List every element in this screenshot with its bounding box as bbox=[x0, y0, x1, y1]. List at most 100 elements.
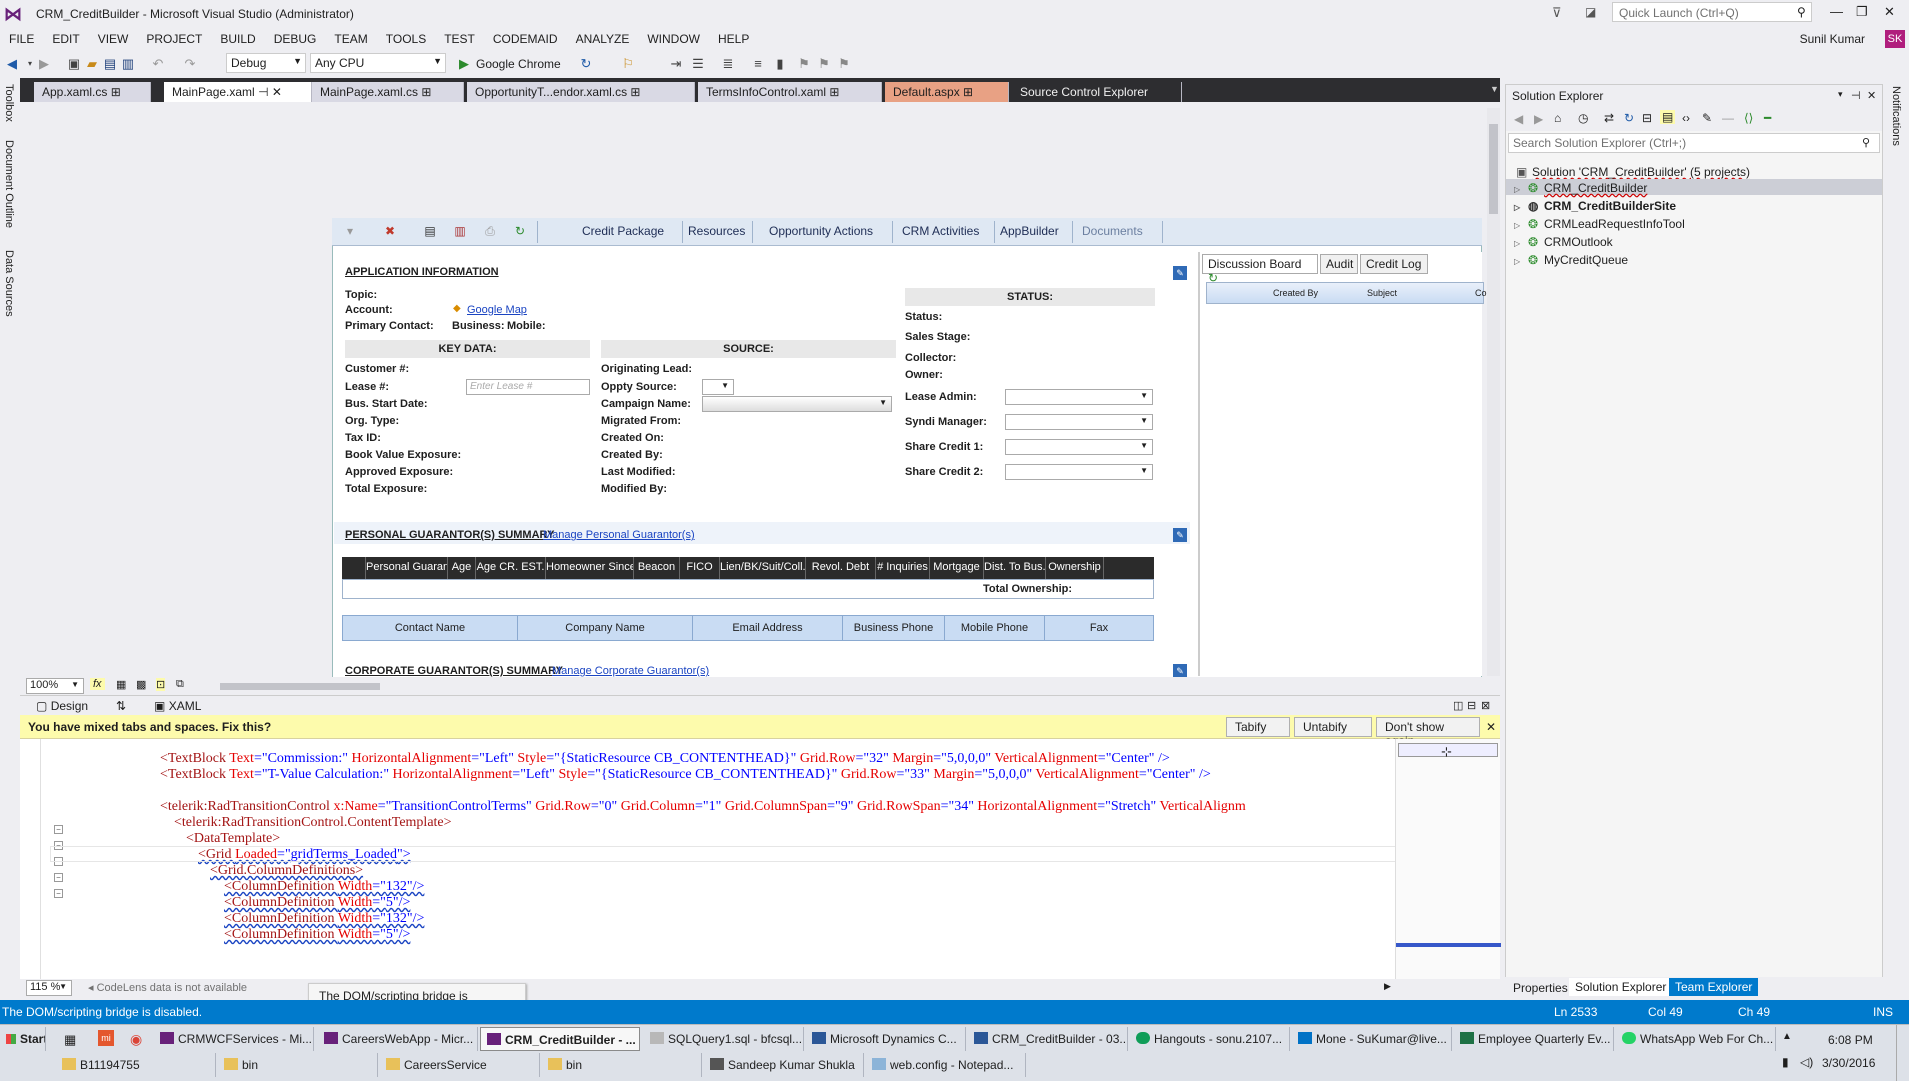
feedback-icon[interactable]: ◪ bbox=[1585, 5, 1596, 19]
col-mobile-phone[interactable]: Mobile Phone bbox=[945, 616, 1045, 640]
expand-icon[interactable]: ▷ bbox=[1514, 221, 1528, 230]
forward-icon[interactable]: ▶ bbox=[1534, 112, 1543, 126]
forward-icon[interactable]: ▶ bbox=[36, 56, 52, 72]
edit-icon[interactable]: ✎ bbox=[1173, 528, 1187, 542]
properties-icon[interactable]: ✎ bbox=[1702, 111, 1712, 125]
col-fax[interactable]: Fax bbox=[1045, 616, 1153, 640]
platform-select[interactable]: Any CPU ▼ bbox=[310, 53, 446, 73]
snap-grid-icon[interactable]: ▩ bbox=[136, 678, 146, 691]
col-co[interactable]: Co bbox=[1475, 288, 1487, 298]
expand-icon[interactable]: ▷ bbox=[1514, 257, 1528, 266]
refresh-icon[interactable]: ↻ bbox=[578, 56, 594, 72]
pin-icon[interactable]: ⊞ bbox=[963, 85, 973, 99]
bookmark-icon[interactable]: ▮ bbox=[772, 56, 788, 72]
history-icon[interactable]: ◷ bbox=[1578, 111, 1588, 125]
snap-lines-icon[interactable]: ⧉ bbox=[176, 678, 184, 691]
solution-node[interactable]: ▣ Solution 'CRM_CreditBuilder' (5 project… bbox=[1516, 165, 1750, 179]
clear-bookmarks-icon[interactable]: ⚑ bbox=[836, 56, 852, 72]
code-line[interactable]: <ColumnDefinition Width="132"/> bbox=[224, 879, 424, 895]
project-node[interactable]: ▷ ❂ CRMLeadRequestInfoTool bbox=[1514, 217, 1685, 231]
syndi-manager-select[interactable]: ▼ bbox=[1005, 414, 1153, 430]
ribbon-resources[interactable]: Resources bbox=[688, 224, 745, 238]
prev-bookmark-icon[interactable]: ⚑ bbox=[796, 56, 812, 72]
expand-icon[interactable]: ▷ bbox=[1514, 203, 1528, 212]
xaml-tab[interactable]: ▣ XAML bbox=[154, 699, 201, 713]
quick-launch-search-icon[interactable]: ⚲ bbox=[1797, 5, 1806, 19]
indent-icon[interactable]: ☰ bbox=[690, 56, 706, 72]
home-icon[interactable]: ⌂ bbox=[1554, 111, 1561, 125]
design-tab[interactable]: ▢ Design bbox=[36, 699, 88, 713]
clock-date[interactable]: 3/30/2016 bbox=[1822, 1056, 1875, 1070]
tab-team-explorer[interactable]: Team Explorer bbox=[1669, 978, 1759, 996]
taskbar-item[interactable]: bin bbox=[542, 1053, 702, 1077]
grid-icon[interactable]: ▦ bbox=[116, 678, 126, 691]
horizontal-split-icon[interactable]: ⊟ bbox=[1467, 699, 1476, 712]
code-minimap-scrollbar[interactable] bbox=[1395, 739, 1501, 979]
expand-icon[interactable]: ▷ bbox=[1514, 185, 1528, 194]
col-inquiries[interactable]: # Inquiries bbox=[876, 557, 930, 579]
menu-team[interactable]: TEAM bbox=[325, 28, 376, 46]
tab-overflow-icon[interactable]: ▼ bbox=[1490, 84, 1499, 94]
print-icon[interactable]: ⎙ bbox=[482, 224, 498, 238]
project-node[interactable]: ▷ ◍ CRM_CreditBuilderSite bbox=[1514, 199, 1676, 213]
col-personal-guarantor[interactable]: Personal Guarantor bbox=[366, 557, 448, 579]
taskbar-item[interactable]: B11194755 bbox=[56, 1053, 216, 1077]
project-node[interactable]: ▷ ❂ CRM_CreditBuilder bbox=[1514, 181, 1647, 195]
close-window-button[interactable]: ✕ bbox=[1884, 4, 1895, 20]
tab-app-xaml-cs[interactable]: App.xaml.cs ⊞ bbox=[34, 82, 151, 102]
scroll-thumb[interactable] bbox=[1489, 124, 1498, 214]
code-line[interactable]: <TextBlock Text="T-Value Calculation:" H… bbox=[160, 767, 1211, 783]
code-line[interactable]: <Grid.ColumnDefinitions> bbox=[210, 863, 363, 879]
split-window-icon[interactable]: ⊹ bbox=[1441, 744, 1452, 760]
code-zoom-select[interactable]: 115 % ▼ bbox=[26, 980, 72, 996]
tray-expand-icon[interactable]: ▲ bbox=[1782, 1031, 1792, 1042]
menu-window[interactable]: WINDOW bbox=[638, 28, 709, 46]
toolbox-tab[interactable]: Toolbox bbox=[3, 84, 15, 122]
pin-icon[interactable]: ⊣ bbox=[1851, 89, 1861, 102]
menu-test[interactable]: TEST bbox=[435, 28, 484, 46]
data-sources-tab[interactable]: Data Sources bbox=[3, 250, 15, 317]
scroll-right-icon[interactable]: ▶ bbox=[1384, 981, 1391, 992]
solution-explorer-search-input[interactable]: Search Solution Explorer (Ctrl+;) bbox=[1508, 133, 1880, 153]
taskbar-item[interactable]: Hangouts - sonu.2107... bbox=[1130, 1027, 1290, 1051]
col-revol-debt[interactable]: Revol. Debt bbox=[806, 557, 876, 579]
pin-icon[interactable]: ⊞ bbox=[829, 85, 839, 99]
project-node[interactable]: ▷ ❂ CRMOutlook bbox=[1514, 235, 1613, 249]
taskbar-item[interactable]: CRM_CreditBuilder - 03... bbox=[968, 1027, 1128, 1051]
save-icon[interactable]: ▤ bbox=[102, 56, 118, 72]
designer-zoom-select[interactable]: 100% ▼ bbox=[26, 678, 84, 694]
comment-icon[interactable]: ≣ bbox=[720, 56, 736, 72]
col-business-phone[interactable]: Business Phone bbox=[843, 616, 945, 640]
refresh-icon[interactable]: ↻ bbox=[1624, 111, 1634, 125]
refresh-icon[interactable]: ↻ bbox=[512, 224, 528, 238]
taskbar-item[interactable]: Employee Quarterly Ev... bbox=[1454, 1027, 1614, 1051]
ribbon-credit-package[interactable]: Credit Package bbox=[582, 224, 664, 238]
chrome-icon[interactable]: ◉ bbox=[130, 1031, 142, 1048]
edit-icon[interactable]: ✎ bbox=[1173, 664, 1187, 678]
step-icon[interactable]: ⇥ bbox=[668, 56, 684, 72]
vertical-split-icon[interactable]: ◫ bbox=[1453, 699, 1463, 712]
tab-discussion-board[interactable]: Discussion Board ↻ bbox=[1202, 254, 1318, 285]
run-target-button[interactable]: Google Chrome bbox=[476, 57, 561, 71]
dropdown-icon[interactable]: ▾ bbox=[342, 224, 358, 238]
col-company-name[interactable]: Company Name bbox=[518, 616, 693, 640]
taskbar-item[interactable]: CareersService bbox=[380, 1053, 540, 1077]
clock-time[interactable]: 6:08 PM bbox=[1828, 1033, 1873, 1047]
pin-icon[interactable]: ⊞ bbox=[630, 85, 640, 99]
ribbon-appbuilder[interactable]: AppBuilder bbox=[1000, 224, 1059, 238]
collapse-region-icon[interactable]: − bbox=[54, 825, 63, 834]
save-icon[interactable]: ▤ bbox=[422, 224, 438, 238]
close-icon[interactable]: ✕ bbox=[1867, 89, 1876, 102]
taskbar-item[interactable]: Sandeep Kumar Shukla bbox=[704, 1053, 864, 1077]
menu-project[interactable]: PROJECT bbox=[137, 28, 211, 46]
swap-panes-icon[interactable]: ⇅ bbox=[116, 699, 126, 713]
collapse-all-icon[interactable]: ⊟ bbox=[1642, 111, 1652, 125]
back-icon[interactable]: ◀ bbox=[1514, 112, 1523, 126]
effects-icon[interactable]: fx bbox=[90, 678, 105, 690]
collapse-region-icon[interactable]: − bbox=[54, 889, 63, 898]
uncomment-icon[interactable]: ≡ bbox=[750, 56, 766, 72]
code-line[interactable]: <DataTemplate> bbox=[186, 831, 280, 847]
open-file-icon[interactable]: ▰ bbox=[84, 56, 100, 72]
taskbar-item[interactable]: CRMWCFServices - Mi... bbox=[154, 1027, 314, 1051]
tab-termsinfocontrol-xaml[interactable]: TermsInfoControl.xaml ⊞ bbox=[698, 82, 882, 102]
